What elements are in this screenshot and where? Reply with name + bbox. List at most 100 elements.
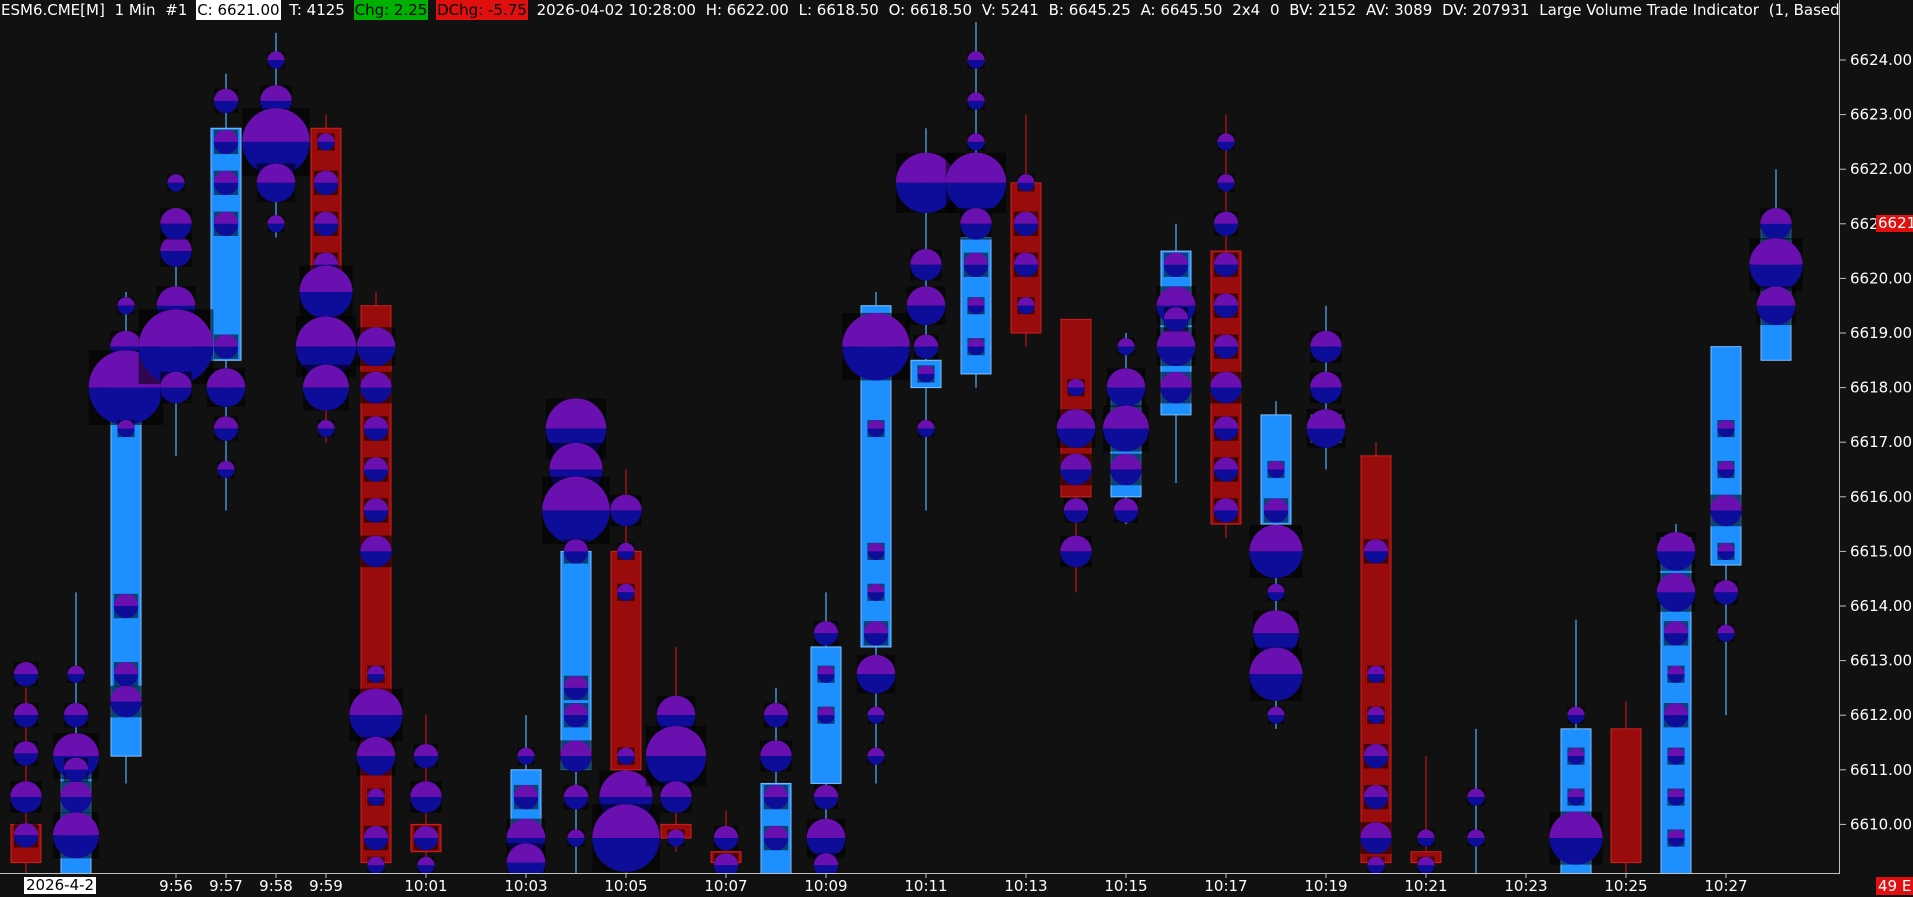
- price-tick-label: 6622.00: [1850, 160, 1912, 178]
- volume-bubble: [960, 208, 992, 240]
- volume-bubble: [413, 825, 439, 851]
- volume-bubble: [1217, 133, 1235, 151]
- volume-bubble: [317, 419, 335, 438]
- time-tick-label: 10:03: [504, 877, 547, 895]
- volume-bubble: [60, 781, 92, 813]
- time-tick-label: 10:15: [1104, 877, 1147, 895]
- volume-bubble: [910, 248, 942, 281]
- volume-bubble: [160, 371, 192, 404]
- time-tick-label: 10:01: [404, 877, 447, 895]
- volume-bubble: [113, 593, 139, 619]
- volume-bubble: [1667, 829, 1685, 847]
- volume-bubble: [1467, 788, 1485, 806]
- volume-bubble: [67, 665, 85, 683]
- volume-bubble: [1017, 297, 1035, 315]
- volume-bubble: [1363, 539, 1389, 564]
- volume-bubble: [1367, 706, 1385, 724]
- volume-bubble: [13, 703, 39, 728]
- volume-bubble: [63, 703, 89, 728]
- volume-bubble: [906, 286, 946, 326]
- time-tick-label: 9:57: [209, 877, 243, 895]
- volume-bubble: [1717, 419, 1735, 438]
- volume-bubble: [817, 665, 835, 683]
- volume-bubble: [110, 685, 142, 718]
- time-tick-label: 10:17: [1204, 877, 1247, 895]
- volume-bubble: [1113, 498, 1139, 523]
- price-axis-line: [1839, 0, 1840, 874]
- volume-bubble: [1467, 829, 1485, 847]
- volume-bubble: [363, 498, 389, 523]
- volume-bubble: [1106, 368, 1146, 407]
- volume-bubble: [667, 829, 685, 847]
- volume-bubble: [13, 741, 39, 766]
- volume-bubble: [1156, 327, 1196, 367]
- volume-bubble: [1567, 788, 1585, 806]
- volume-bubble: [542, 476, 610, 545]
- volume-bubble: [167, 174, 185, 192]
- volume-bubble: [967, 297, 985, 315]
- volume-bubble: [806, 818, 846, 858]
- volume-bubble: [1213, 334, 1239, 359]
- volume-bubble: [13, 823, 39, 848]
- volume-bubble: [1310, 330, 1342, 363]
- volume-bubble: [963, 252, 989, 277]
- volume-bubble: [713, 825, 739, 851]
- volume-bubble: [563, 784, 589, 810]
- price-tick-label: 6615.00: [1850, 542, 1912, 560]
- volume-bubble: [117, 297, 135, 315]
- volume-bubble: [1749, 238, 1803, 292]
- volume-bubble: [1363, 743, 1389, 769]
- volume-bubble: [1013, 252, 1039, 277]
- volume-bubble: [1663, 621, 1689, 646]
- time-tick-label: 10:25: [1604, 877, 1647, 895]
- volume-bubble: [517, 747, 535, 765]
- volume-bubble: [356, 327, 396, 367]
- volume-bubble: [1013, 211, 1039, 236]
- volume-bubble: [592, 804, 660, 872]
- volume-bubble: [213, 170, 239, 196]
- volume-bubble: [1213, 416, 1239, 441]
- price-tick-label: 6619.00: [1850, 324, 1912, 342]
- volume-bubble: [1417, 856, 1435, 873]
- volume-bubble: [813, 784, 839, 810]
- volume-bubble: [213, 211, 239, 236]
- price-tick-label: 6624.00: [1850, 51, 1912, 69]
- price-tick-label: 6614.00: [1850, 597, 1912, 615]
- volume-bubble: [645, 725, 707, 787]
- volume-bubble: [1306, 409, 1346, 448]
- price-tick-label: 6616.00: [1850, 488, 1912, 506]
- volume-bubble: [317, 133, 335, 151]
- volume-bubble: [913, 334, 939, 359]
- time-tick-label: 9:58: [259, 877, 293, 895]
- price-axis: 6624.00 6623.00 6622.00 6621.00 6620.00 6619.…: [1840, 51, 1912, 833]
- volume-bubble: [1656, 532, 1696, 571]
- volume-bubble: [1417, 829, 1435, 847]
- volume-bubble: [1110, 453, 1142, 486]
- volume-bubble: [1210, 371, 1242, 404]
- volume-bubble: [267, 51, 285, 69]
- volume-bubble: [1667, 665, 1685, 683]
- volume-bubble: [967, 51, 985, 69]
- volume-bubble: [967, 133, 985, 151]
- volume-bubble: [1213, 457, 1239, 482]
- volume-bubble: [1060, 453, 1092, 486]
- volume-bubble: [1567, 706, 1585, 724]
- volume-bubble: [313, 211, 339, 236]
- volume-bubble: [363, 825, 389, 851]
- volume-bubble: [10, 781, 42, 813]
- volume-bubble: [410, 781, 442, 813]
- volume-bubble: [1213, 293, 1239, 318]
- volume-bubble: [1667, 747, 1685, 765]
- volume-bubble: [213, 334, 239, 359]
- price-tick-label: 6612.00: [1850, 706, 1912, 724]
- volume-bubble: [213, 88, 239, 114]
- candle-body: [1610, 728, 1642, 864]
- volume-bubble: [560, 740, 592, 772]
- time-tick-label: 9:56: [159, 877, 193, 895]
- volume-bubble: [763, 784, 789, 810]
- price-chart[interactable]: 6624.00 6623.00 6622.00 6621.00 6620.00 6619.…: [0, 0, 1913, 897]
- volume-bubble: [1160, 371, 1192, 404]
- volume-bubble: [1367, 665, 1385, 683]
- volume-bubble: [1163, 307, 1189, 332]
- volume-bubble: [13, 662, 39, 687]
